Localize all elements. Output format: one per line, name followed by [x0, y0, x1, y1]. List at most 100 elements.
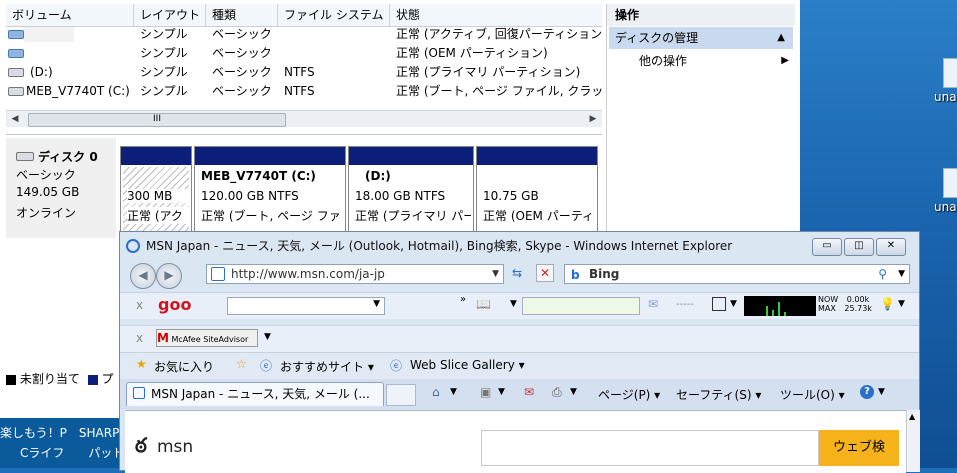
dropdown-arrow-icon[interactable]: ▼	[898, 299, 905, 309]
column-volume[interactable]: ボリューム	[6, 4, 134, 26]
forward-button[interactable]: ▶	[156, 263, 182, 289]
dropdown-arrow-icon[interactable]: ▼	[878, 387, 885, 397]
status-cell: 正常 (OEM パーティション)	[396, 46, 548, 60]
dropdown-arrow-icon[interactable]: ▼	[498, 387, 505, 397]
desktop-file-icon[interactable]	[943, 168, 957, 198]
search-box[interactable]: b Bing ⚲ ▼	[564, 264, 910, 284]
web-slice-gallery-link[interactable]: Web Slice Gallery ▾	[410, 358, 525, 372]
volume-row[interactable]: MEB_V7740T (C:) シンプル ベーシック NTFS 正常 (ブート,…	[8, 82, 604, 101]
goo-text-field[interactable]	[522, 297, 640, 315]
vertical-scrollbar[interactable]: ▲	[906, 410, 920, 472]
tools-menu[interactable]: ツール(O) ▾	[780, 386, 845, 403]
msn-logo[interactable]: msn	[157, 437, 193, 457]
dropdown-arrow-icon[interactable]: ▼	[730, 299, 737, 309]
tab-msn[interactable]: MSN Japan - ニュース, 天気, メール (...	[126, 382, 384, 406]
background-app-strip: 楽しもう！P SHARP Cライフ パッド	[0, 418, 125, 468]
more-chevron-icon[interactable]: »	[460, 294, 466, 305]
favorites-star-icon[interactable]: ★	[136, 357, 147, 371]
refresh-icon[interactable]: ⇆	[512, 266, 522, 280]
desktop-icon-label: una	[934, 90, 957, 104]
close-toolbar-icon[interactable]: x	[136, 331, 143, 345]
scroll-thumb[interactable]: III	[28, 113, 286, 127]
search-icon[interactable]: ⚲	[878, 265, 887, 283]
dictionary-icon[interactable]: 📖	[476, 297, 491, 311]
column-layout[interactable]: レイアウト	[134, 4, 206, 26]
msn-search-input[interactable]	[481, 430, 819, 466]
ie-logo-icon	[126, 239, 140, 253]
volume-row[interactable]: シンプル ベーシック 正常 (アクティブ, 回復パーティション	[8, 25, 602, 44]
partition-oem[interactable]: 10.75 GB 正常 (OEM パーティ	[476, 146, 598, 238]
desktop-file-icon[interactable]	[943, 58, 957, 88]
disk-icon	[16, 152, 34, 161]
status-cell: 正常 (ブート, ページ ファイル, クラッ	[396, 84, 604, 98]
legend: 未割り当て プ	[6, 370, 126, 388]
volume-row[interactable]: (D:) シンプル ベーシック NTFS 正常 (プライマリ パーティション)	[8, 63, 602, 82]
disk-info-panel[interactable]: ディスク 0 ベーシック 149.05 GB オンライン	[6, 138, 116, 238]
collapse-up-icon[interactable]: ▲	[777, 27, 785, 49]
mcafee-toolbar: x M McAfee SiteAdvisor ▼	[120, 325, 919, 352]
partition-d[interactable]: (D:) 18.00 GB NTFS 正常 (プライマリ パー	[348, 146, 474, 238]
goo-search-input[interactable]: ▼	[227, 297, 385, 315]
type-cell: ベーシック	[212, 84, 272, 98]
partition-title: (D:)	[365, 169, 391, 183]
maximize-button[interactable]: ◫	[844, 238, 874, 256]
page-menu[interactable]: ページ(P) ▾	[598, 386, 660, 403]
layout-cell: シンプル	[140, 84, 188, 98]
back-button[interactable]: ◀	[130, 263, 156, 289]
scroll-up-icon[interactable]: ▲	[909, 412, 915, 421]
scroll-left-icon[interactable]: ◀	[8, 112, 22, 126]
dropdown-arrow-icon[interactable]: ▼	[510, 299, 517, 309]
partition-recovery[interactable]: 300 MB 正常 (アク	[120, 146, 192, 238]
new-tab-button[interactable]	[386, 384, 416, 406]
operations-title: 操作	[607, 4, 795, 26]
mcafee-m-icon: M	[157, 331, 169, 345]
page-icon	[211, 267, 225, 281]
help-icon[interactable]: ?	[860, 385, 874, 399]
web-search-button[interactable]: ウェブ検	[819, 430, 899, 466]
volume-row[interactable]: シンプル ベーシック 正常 (OEM パーティション)	[8, 44, 602, 63]
ops-other-actions[interactable]: 他の操作 ▶	[639, 51, 789, 71]
status-cell: 正常 (アクティブ, 回復パーティション	[396, 27, 603, 41]
feeds-icon[interactable]: ▣	[480, 385, 491, 399]
add-favorite-icon[interactable]: ☆	[236, 357, 247, 371]
dropdown-arrow-icon[interactable]: ▼	[373, 299, 380, 309]
close-toolbar-icon[interactable]: x	[136, 298, 143, 312]
column-filesystem[interactable]: ファイル システム	[278, 4, 390, 26]
scroll-right-icon[interactable]: ▶	[586, 112, 600, 126]
partition-bar	[477, 147, 597, 165]
dropdown-arrow-icon[interactable]: ▼	[450, 387, 457, 397]
column-type[interactable]: 種類	[206, 4, 278, 26]
strip-line-2: Cライフ パッド	[20, 446, 125, 460]
dropdown-arrow-icon[interactable]: ▼	[492, 265, 499, 283]
ops-disk-management[interactable]: ディスクの管理 ▲	[609, 27, 793, 49]
read-mail-icon[interactable]: ✉	[524, 385, 534, 399]
dropdown-arrow-icon[interactable]: ▼	[264, 332, 271, 342]
horizontal-scrollbar[interactable]: ◀ III ▶	[6, 110, 602, 127]
print-icon[interactable]: ⎙	[552, 385, 562, 400]
close-button[interactable]: ✕	[876, 238, 906, 256]
favorites-button[interactable]: お気に入り	[154, 358, 214, 375]
column-status[interactable]: 状態	[390, 4, 602, 26]
msn-butterfly-icon: ఠ	[135, 433, 147, 457]
web-slice-icon: ⓔ	[390, 359, 403, 373]
mcafee-button[interactable]: M McAfee SiteAdvisor	[156, 329, 258, 347]
dropdown-arrow-icon[interactable]: ▼	[898, 265, 905, 283]
ops-disk-management-label: ディスクの管理	[615, 31, 699, 45]
home-icon[interactable]: ⌂	[432, 385, 440, 399]
address-bar[interactable]: http://www.msn.com/ja-jp ▼	[206, 264, 504, 284]
stop-icon[interactable]: ✕	[536, 264, 554, 282]
minimize-button[interactable]: ▭	[812, 238, 842, 256]
mail-icon[interactable]: ✉	[648, 297, 658, 311]
volume-icon	[8, 30, 24, 39]
window-icon[interactable]	[712, 297, 726, 311]
dropdown-arrow-icon[interactable]: ▼	[570, 387, 577, 397]
favorites-bar: ★ お気に入り ☆ ⓔ おすすめサイト ▾ ⓔ Web Slice Galler…	[120, 352, 919, 379]
submenu-arrow-icon: ▶	[781, 55, 789, 66]
lightbulb-icon[interactable]: 💡	[880, 297, 895, 311]
partition-c[interactable]: MEB_V7740T (C:) 120.00 GB NTFS 正常 (ブート, …	[194, 146, 346, 238]
meter-bar	[772, 310, 774, 316]
safety-menu[interactable]: セーフティ(S) ▾	[676, 386, 761, 403]
mcafee-label: McAfee SiteAdvisor	[171, 335, 249, 344]
suggested-sites-link[interactable]: おすすめサイト ▾	[280, 358, 374, 375]
meter-now: 0.00k	[846, 295, 870, 304]
